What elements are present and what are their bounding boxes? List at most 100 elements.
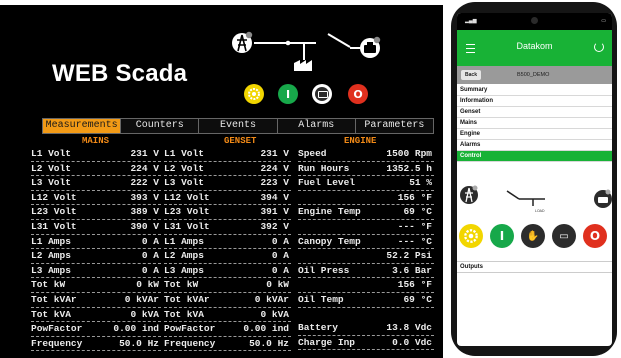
mains-measurement-row: L1 Volt 231 V [31,147,161,162]
mains-measurement-row: L3 Amps 0 A [31,264,161,279]
device-bar: Back B500_DEMO [457,66,612,84]
measurement-value: 0 A [141,235,159,247]
measurement-value: 393 V [130,191,159,203]
measurement-label: Tot kW [31,279,66,291]
measurement-value: 50.0 Hz [249,337,289,349]
phone-screen: ▂▄▆ ▭ Datakom Back B500_DEMO Summary Inf… [457,13,612,346]
mains-measurement-row: L3 Volt 222 V [31,176,161,191]
load-factory-icon [294,60,312,71]
manual-mode-icon [315,87,329,101]
measurement-value: 3.6 Bar [392,264,432,276]
measurement-value: 0 kVA [130,308,159,320]
power-icon[interactable] [594,42,604,52]
stop-button[interactable]: O [583,224,607,248]
engine-measurement-row: Battery 13.8 Vdc [298,321,434,336]
measurement-label: Tot kVAr [31,293,77,305]
measurement-value: 0.0 Vdc [392,336,432,348]
genset-icon [594,189,612,208]
measurement-value: 0 A [271,250,289,262]
menu-item-alarms[interactable]: Alarms [457,140,612,151]
measurement-label: L1 Volt [164,148,204,159]
measurement-label: Canopy Temp [298,235,361,247]
measurement-value: 224 V [260,162,289,174]
measurement-label: Frequency [31,337,83,349]
engine-measurements: Speed 1500 Rpm Run Hours 1352.5 h Fuel Level… [298,147,434,351]
manual-mode-button[interactable]: ▭ [552,224,576,248]
manual-mode-button[interactable] [312,84,332,104]
tab-parameters[interactable]: Parameters [355,119,434,133]
measurement-value: 13.8 Vdc [386,322,432,334]
tab-alarms[interactable]: Alarms [277,119,356,133]
measurement-value: 50.0 Hz [119,337,159,349]
measurement-value: 392 V [260,220,289,232]
measurement-label: L1 Amps [31,235,71,247]
manual-hand-button[interactable]: ✋ [521,224,545,248]
measurement-value: 391 V [260,206,289,218]
measurement-value: 0 kVA [260,308,289,320]
mains-measurement-row: L1 Amps 0 A [31,235,161,250]
page-title: WEB Scada [52,60,188,87]
measurement-value: 0 kVAr [254,293,289,305]
measurement-label: PowFactor [164,323,216,335]
genset-measurement-row: PowFactor 0.00 ind [164,322,291,337]
menu-item-engine[interactable]: Engine [457,129,612,140]
menu-item-summary[interactable]: Summary [457,85,612,96]
stop-button[interactable]: O [348,84,368,104]
menu-item-genset[interactable]: Genset [457,107,612,118]
run-button[interactable]: I [490,224,514,248]
mains-measurement-row: Frequency 50.0 Hz [31,337,161,352]
measurement-label: L31 Volt [31,220,77,232]
mains-pylon-icon [460,185,478,204]
auto-mode-button[interactable] [244,84,264,104]
measurement-value: 52.2 Psi [386,250,432,262]
measurement-label: Tot kVAr [164,293,210,305]
battery-icon: ▭ [601,18,606,24]
measurement-label: L12 Volt [164,191,210,203]
mains-measurement-row: L23 Volt 389 V [31,205,161,220]
genset-measurement-row: L2 Volt 224 V [164,162,291,177]
genset-measurement-row: Frequency 50.0 Hz [164,337,291,352]
mains-measurement-row: Tot kVAr 0 kVAr [31,293,161,308]
measurement-value: --- °C [397,235,432,247]
measurement-label: L2 Amps [31,250,71,262]
genset-section-header: GENSET [224,136,257,146]
measurement-value: --- °F [397,220,432,232]
genset-measurement-row: Tot kVA 0 kVA [164,308,291,323]
measurement-value: 0 A [271,235,289,247]
gear-icon [248,88,260,100]
device-name: B500_DEMO [517,72,550,78]
measurement-label: Charge Inp [298,336,356,348]
mains-measurement-row: Tot kVA 0 kVA [31,308,161,323]
measurement-value: 156 °F [397,279,432,291]
engine-measurement-row: Run Hours 1352.5 h [298,162,434,177]
measurement-value: 0 kW [266,279,289,291]
tab-measurements[interactable]: Measurements [43,119,122,133]
menu-item-information[interactable]: Information [457,96,612,107]
measurement-label: L23 Volt [31,206,77,218]
measurement-label: Tot kVA [164,308,204,320]
mains-measurement-row: PowFactor 0.00 ind [31,322,161,337]
genset-measurement-row: L3 Amps 0 A [164,264,291,279]
tab-events[interactable]: Events [199,119,278,133]
tab-counters[interactable]: Counters [121,119,200,133]
menu-item-mains[interactable]: Mains [457,118,612,129]
run-button[interactable]: I [278,84,298,104]
measurement-label: Oil Press [298,264,350,276]
measurement-value: 0 A [271,264,289,276]
measurement-label: L2 Volt [164,162,204,174]
mains-section-header: MAINS [82,136,110,146]
signal-icon: ▂▄▆ [465,18,477,24]
auto-mode-button[interactable] [459,224,483,248]
back-button[interactable]: Back [461,70,481,80]
engine-measurement-row [298,308,434,322]
engine-measurement-row: 156 °F [298,191,434,206]
measurement-value: 51 % [409,177,432,189]
outputs-section[interactable]: Outputs [457,261,612,273]
menu-item-control[interactable]: Control [457,151,612,162]
measurement-label: L3 Volt [31,177,71,189]
measurement-label: L1 Volt [31,148,71,159]
measurement-label: Tot kVA [31,308,71,320]
mains-pylon-icon [232,31,253,53]
hand-icon: ✋ [526,230,540,242]
engine-measurement-row: --- °F [298,220,434,235]
